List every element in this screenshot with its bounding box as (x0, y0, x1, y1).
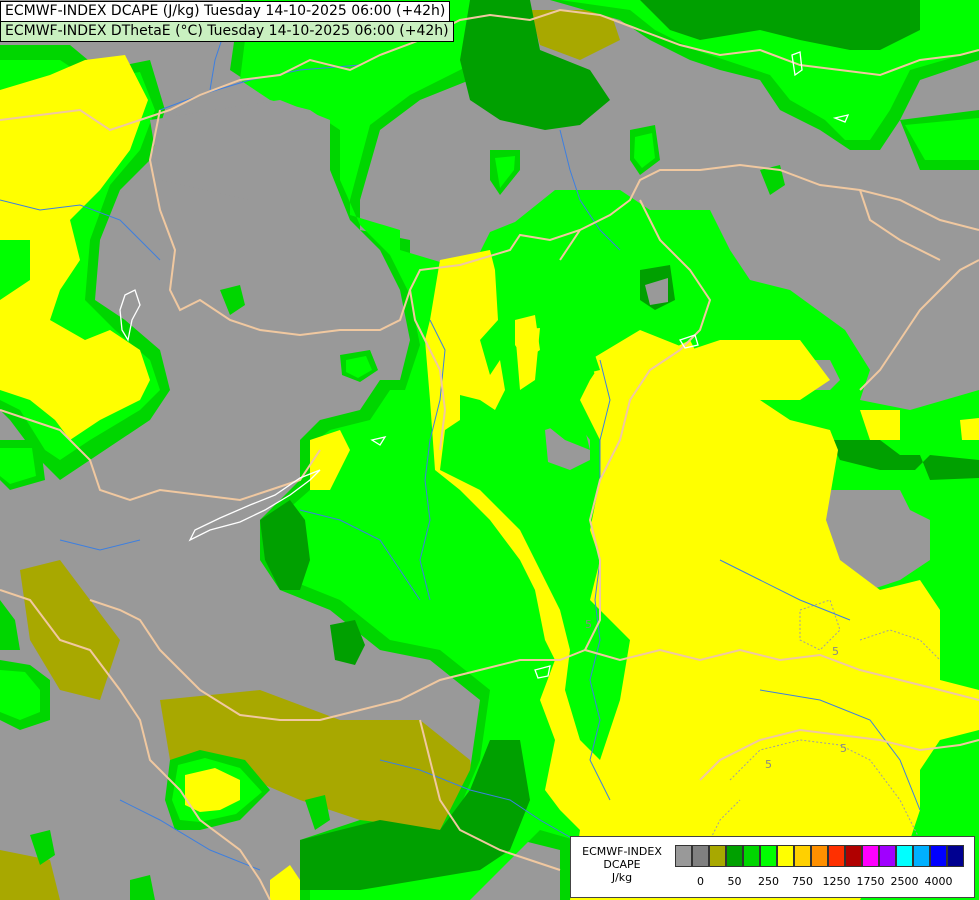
legend-swatch (811, 845, 828, 867)
map-title-dthetae: ECMWF-INDEX DThetaE (°C) Tuesday 14-10-2… (0, 21, 454, 42)
legend-tick-label: 4000 (924, 875, 953, 888)
legend-name: ECMWF-INDEX DCAPE J/kg (573, 845, 671, 884)
legend-tick-label: 1250 (822, 875, 851, 888)
color-legend: ECMWF-INDEX DCAPE J/kg 0 50 250 750 1250 1750… (570, 836, 975, 898)
legend-swatch (726, 845, 743, 867)
contour-label: 5 (832, 645, 839, 658)
legend-tick-label: 2500 (890, 875, 919, 888)
legend-tick-label: 0 (697, 875, 704, 888)
contour-label: 5 (840, 742, 847, 755)
legend-swatches (675, 845, 964, 867)
legend-swatch (845, 845, 862, 867)
weather-map[interactable]: 5 5 5 5 (0, 0, 979, 900)
contour-label: 5 (765, 758, 772, 771)
legend-swatch (828, 845, 845, 867)
legend-tick-label: 750 (792, 875, 813, 888)
legend-swatch (777, 845, 794, 867)
legend-swatch (743, 845, 760, 867)
legend-swatch (947, 845, 964, 867)
legend-swatch (930, 845, 947, 867)
legend-swatch (794, 845, 811, 867)
legend-tick-label: 250 (758, 875, 779, 888)
legend-unit: J/kg (611, 871, 633, 884)
legend-ticks: 0 50 250 750 1250 1750 2500 4000 (675, 875, 975, 891)
legend-tick-label: 50 (727, 875, 742, 888)
legend-swatch (913, 845, 930, 867)
legend-parameter: DCAPE (603, 858, 641, 871)
contour-label: 5 (585, 618, 592, 631)
legend-swatch (760, 845, 777, 867)
map-title-box: ECMWF-INDEX DCAPE (J/kg) Tuesday 14-10-2… (0, 0, 454, 42)
legend-swatch (709, 845, 726, 867)
legend-swatch (896, 845, 913, 867)
map-title-dcape: ECMWF-INDEX DCAPE (J/kg) Tuesday 14-10-2… (0, 1, 451, 22)
legend-tick-label: 1750 (856, 875, 885, 888)
legend-swatch (862, 845, 879, 867)
legend-swatch (879, 845, 896, 867)
legend-swatch (692, 845, 709, 867)
map-stage: 5 5 5 5 ECMWF-INDEX DCAPE (J/kg) Tuesday… (0, 0, 979, 900)
legend-source: ECMWF-INDEX (582, 845, 662, 858)
legend-swatch (675, 845, 692, 867)
